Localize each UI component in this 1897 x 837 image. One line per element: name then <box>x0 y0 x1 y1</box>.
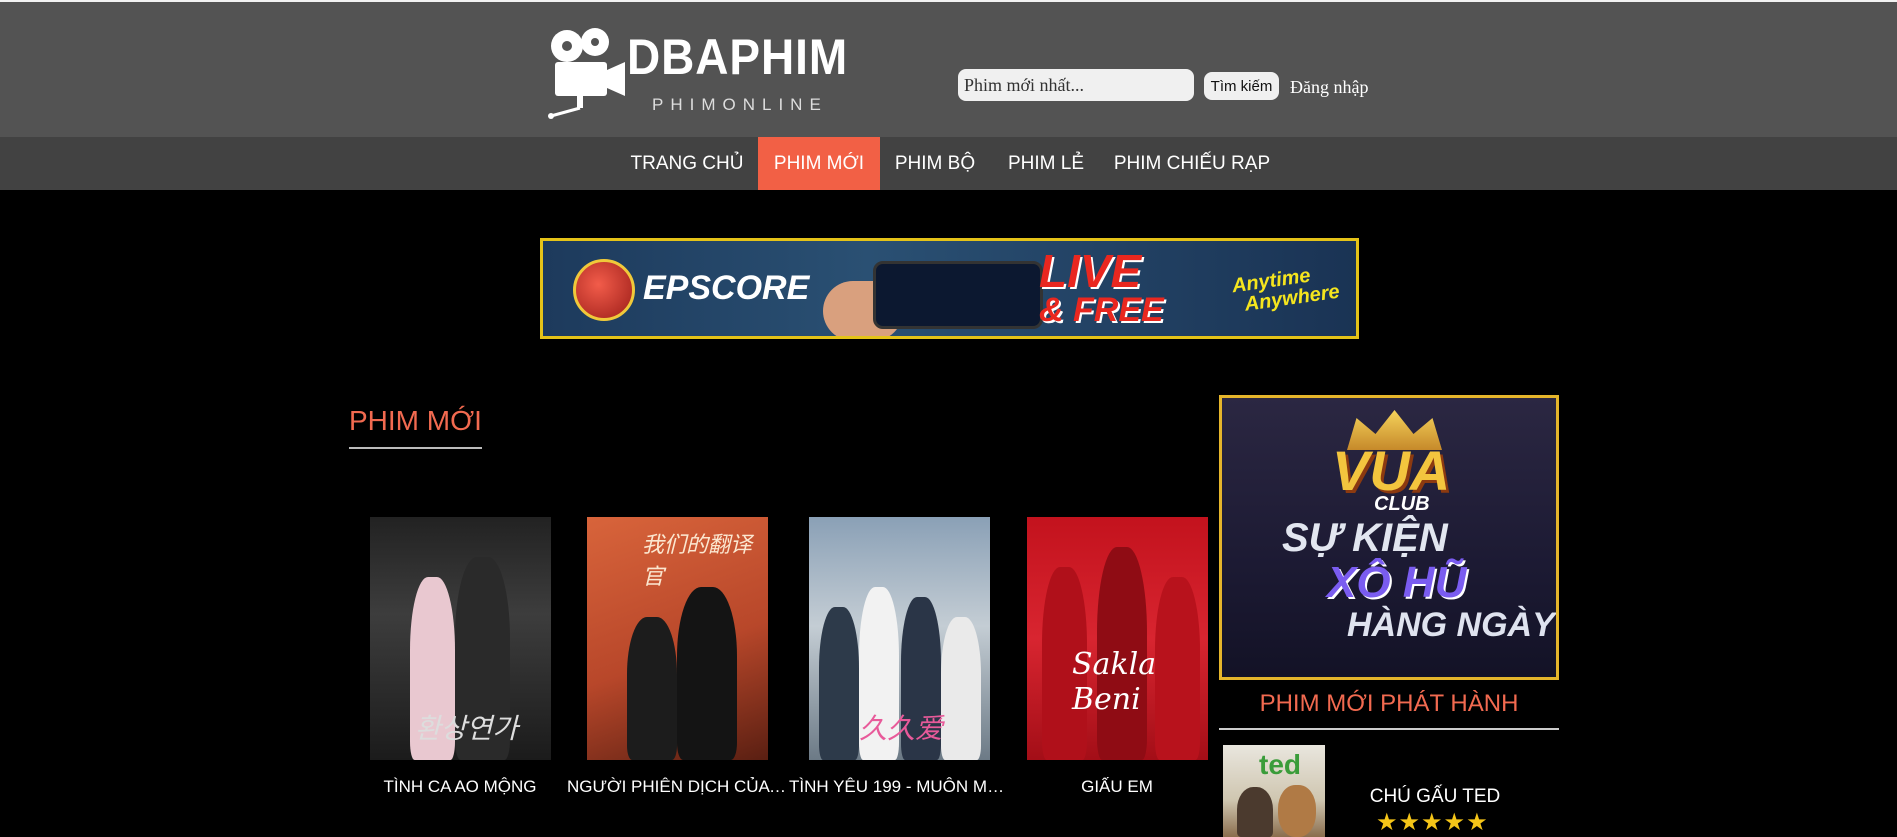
search-button[interactable]: Tìm kiếm <box>1204 72 1279 100</box>
nav-item-phim-bo[interactable]: PHIM BỘ <box>880 137 990 190</box>
movie-card[interactable]: 환상연가 TÌNH CA AO MỘNG <box>370 517 551 796</box>
ad-brand: EPSCORE <box>643 269 810 307</box>
section-divider <box>349 447 482 449</box>
movie-card[interactable]: 我们的翻译官 NGƯỜI PHIÊN DỊCH CỦA ... <box>567 517 787 796</box>
sidebar-divider <box>1219 728 1559 730</box>
section-title-phim-moi: PHIM MỚI <box>349 405 482 436</box>
movie-poster[interactable]: 久久爱 <box>809 517 990 760</box>
logo-title: DBAPHIM <box>627 29 849 85</box>
top-ad-banner[interactable]: EPSCORE LIVE & FREE Anytime Anywhere <box>540 238 1359 339</box>
movie-title[interactable]: TÌNH YÊU 199 - MUÔN MÃ... <box>789 777 1009 797</box>
main-nav: TRANG CHỦ PHIM MỚI PHIM BỘ PHIM LẺ PHIM … <box>0 137 1897 190</box>
film-camera-icon <box>548 28 625 119</box>
ad-headline-free: & FREE <box>1039 291 1164 329</box>
movie-title[interactable]: TÌNH CA AO MỘNG <box>350 777 570 797</box>
sidebar-ad-line-1: SỰ KIỆN <box>1282 516 1448 560</box>
search-input[interactable] <box>958 69 1194 101</box>
movie-poster[interactable]: Sakla Beni <box>1027 517 1208 760</box>
site-logo[interactable]: DBAPHIM PHIMONLINE <box>545 22 847 122</box>
movie-card[interactable]: Sakla Beni GIẤU EM <box>1027 517 1208 796</box>
nav-item-phim-le[interactable]: PHIM LẺ <box>994 137 1098 190</box>
site-header: DBAPHIM PHIMONLINE Tìm kiếm Đăng nhập <box>0 0 1897 137</box>
movie-poster[interactable]: 환상연가 <box>370 517 551 760</box>
nav-item-trang-chu[interactable]: TRANG CHỦ <box>620 137 754 190</box>
sidebar-ad-line-2: XÔ HŨ <box>1327 558 1467 607</box>
rating-stars-icon: ★★★★★ <box>1376 809 1489 836</box>
featured-movie-title[interactable]: CHÚ GẤU TED <box>1340 786 1530 808</box>
nav-item-phim-moi[interactable]: PHIM MỚI <box>758 137 880 190</box>
movie-card[interactable]: 久久爱 TÌNH YÊU 199 - MUÔN MÃ... <box>789 517 1009 796</box>
movie-poster[interactable]: 我们的翻译官 <box>587 517 768 760</box>
ad-tagline: Anytime Anywhere <box>1231 262 1341 316</box>
featured-movie-poster[interactable]: ted <box>1223 745 1325 837</box>
sidebar-section-title: PHIM MỚI PHÁT HÀNH <box>1259 690 1519 717</box>
ad-headline-live: LIVE <box>1039 245 1142 297</box>
sidebar-ad-line-3: HÀNG NGÀY <box>1347 606 1555 644</box>
phone-image <box>873 261 1043 329</box>
nav-item-phim-chieu-rap[interactable]: PHIM CHIẾU RẠP <box>1104 137 1280 190</box>
featured-poster-text: ted <box>1259 749 1301 780</box>
login-link[interactable]: Đăng nhập <box>1290 77 1368 98</box>
sidebar-ad-banner[interactable]: VUA CLUB SỰ KIỆN XÔ HŨ HÀNG NGÀY <box>1219 395 1559 680</box>
movie-title[interactable]: NGƯỜI PHIÊN DỊCH CỦA ... <box>567 777 787 797</box>
epscore-logo-icon <box>573 259 635 321</box>
movie-title[interactable]: GIẤU EM <box>1007 777 1227 797</box>
logo-subtitle: PHIMONLINE <box>652 95 828 114</box>
sidebar-ad-brand-sub: CLUB <box>1374 493 1430 515</box>
